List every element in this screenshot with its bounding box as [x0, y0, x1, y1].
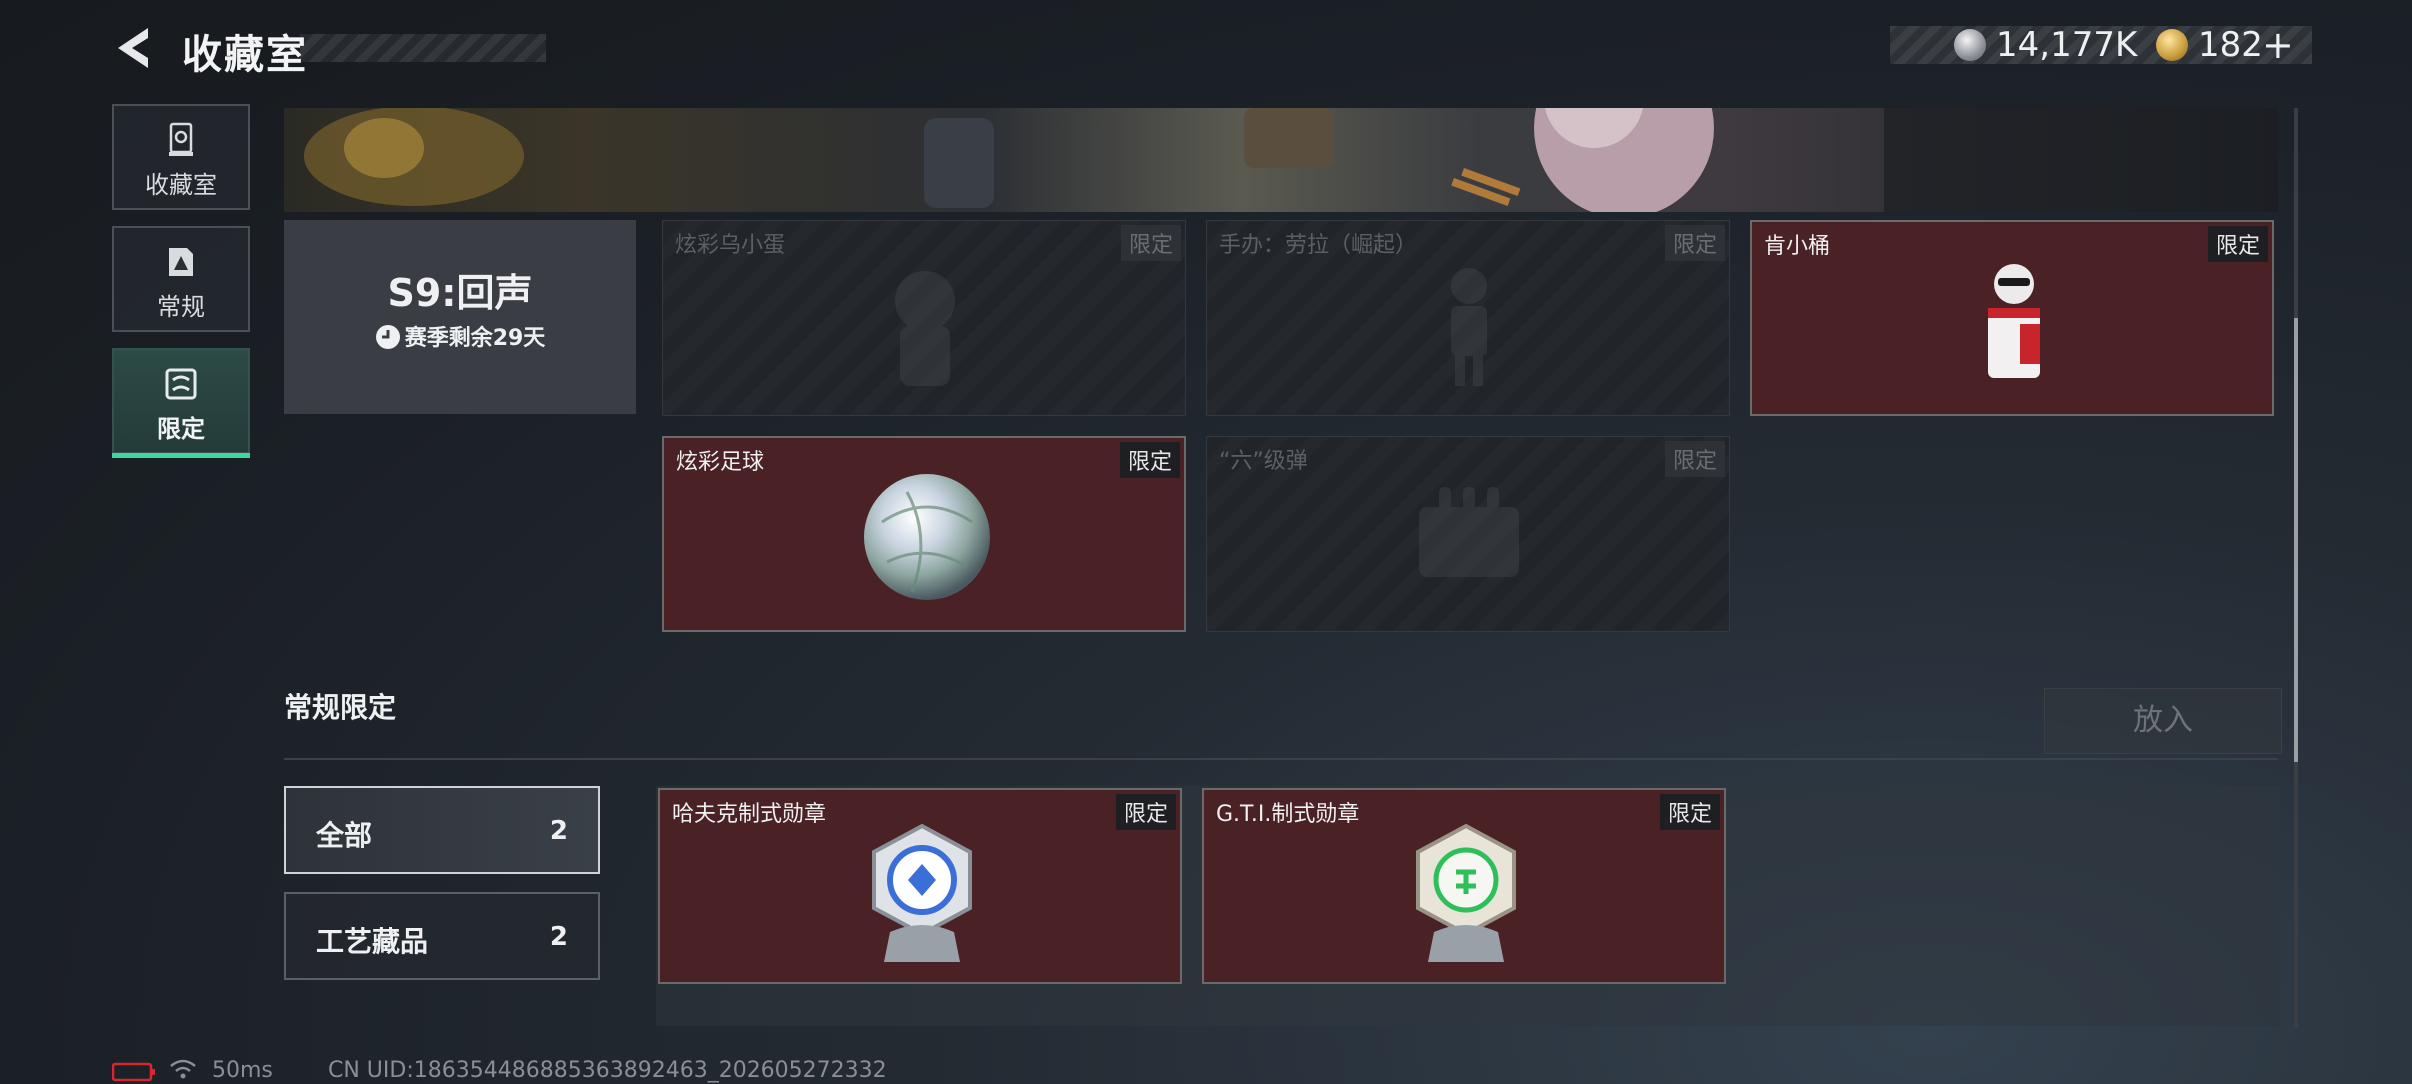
- standard-collection-icon: [169, 248, 193, 276]
- limited-tag: 限定: [1664, 225, 1725, 261]
- bullet-silhouette-icon: [1419, 487, 1519, 577]
- back-button[interactable]: [112, 24, 156, 72]
- ping-value: 50ms: [212, 1058, 273, 1083]
- figurine-silhouette-icon: [1451, 268, 1487, 386]
- item-name: 手办：劳拉（崛起）: [1219, 233, 1418, 258]
- haavk-medal-icon: [872, 823, 972, 962]
- item-name: 炫彩足球: [676, 450, 765, 475]
- filter-craft-collectibles[interactable]: 工艺藏品 2: [284, 892, 600, 980]
- item-name: 炫彩乌小蛋: [675, 233, 786, 258]
- collectible-card[interactable]: G.T.I.制式勋章 限定: [1202, 788, 1726, 984]
- title-decoration: [300, 34, 546, 62]
- battery-icon: [112, 1062, 155, 1082]
- put-in-button[interactable]: 放入: [2044, 688, 2282, 754]
- limited-tag: 限定: [1119, 442, 1180, 478]
- gti-medal-icon: [1416, 823, 1516, 962]
- bucket-figurine-icon: [1988, 264, 2040, 378]
- active-indicator: [112, 453, 250, 458]
- silver-coin-amount: 14,177K: [1996, 25, 2138, 65]
- iridescent-football-icon: [864, 474, 990, 600]
- sidebar-item-limited[interactable]: 限定: [112, 348, 250, 458]
- clock-icon: [375, 325, 400, 349]
- silver-coin-icon: [1954, 29, 1986, 61]
- sidebar-item-label: 收藏室: [145, 171, 217, 199]
- wifi-icon: [170, 1059, 196, 1079]
- back-arrow-icon: [118, 28, 148, 68]
- collectible-card[interactable]: 炫彩乌小蛋 限定: [662, 220, 1186, 416]
- collectible-card[interactable]: 手办：劳拉（崛起） 限定: [1206, 220, 1730, 416]
- section-title: 常规限定: [284, 691, 397, 724]
- limited-collection-icon: [165, 368, 197, 400]
- filter-count: 2: [549, 816, 568, 846]
- season-banner-image: [284, 108, 2278, 212]
- filter-label: 工艺藏品: [316, 925, 429, 958]
- limited-tag: 限定: [2207, 226, 2268, 262]
- sidebar-item-standard[interactable]: 常规: [112, 226, 250, 332]
- trophy-cabinet-icon: [169, 122, 193, 156]
- collectible-card[interactable]: “六”级弹 限定: [1206, 436, 1730, 632]
- season-title: S9:回声: [387, 271, 533, 315]
- season-info-card: S9:回声 赛季剩余29天: [284, 220, 636, 414]
- item-name: 哈夫克制式勋章: [672, 802, 827, 827]
- scrollbar-thumb[interactable]: [2294, 318, 2298, 762]
- limited-tag: 限定: [1664, 441, 1725, 477]
- figurine-silhouette-icon: [895, 271, 955, 386]
- item-name: “六”级弹: [1219, 449, 1308, 474]
- limited-tag: 限定: [1659, 794, 1720, 830]
- add-currency-button[interactable]: +: [2262, 26, 2294, 64]
- season-remaining-text: 赛季剩余29天: [404, 326, 546, 351]
- user-uid: CN UID:1863544868853638924​63_2026052723…: [328, 1058, 887, 1083]
- collectible-card[interactable]: 哈夫克制式勋章 限定: [658, 788, 1182, 984]
- gold-coin-amount: 182: [2198, 25, 2263, 65]
- page-title: 收藏室: [182, 32, 308, 78]
- collectible-card[interactable]: 肯小桶 限定: [1750, 220, 2274, 416]
- item-name: G.T.I.制式勋章: [1216, 802, 1360, 827]
- limited-tag: 限定: [1120, 225, 1181, 261]
- limited-tag: 限定: [1115, 794, 1176, 830]
- gold-coin-icon: [2156, 29, 2188, 61]
- filter-label: 全部: [316, 819, 373, 852]
- section-divider: [284, 758, 2278, 760]
- collectible-card[interactable]: 炫彩足球 限定: [662, 436, 1186, 632]
- season-remaining: 赛季剩余29天: [284, 320, 636, 352]
- currency-bar: 14,177K 182 +: [1890, 26, 2312, 64]
- sidebar-item-label: 限定: [157, 415, 205, 443]
- filter-count: 2: [549, 922, 568, 952]
- item-name: 肯小桶: [1764, 234, 1831, 259]
- filter-all[interactable]: 全部 2: [284, 786, 600, 874]
- sidebar-item-collection-room[interactable]: 收藏室: [112, 104, 250, 210]
- sidebar-item-label: 常规: [157, 293, 205, 321]
